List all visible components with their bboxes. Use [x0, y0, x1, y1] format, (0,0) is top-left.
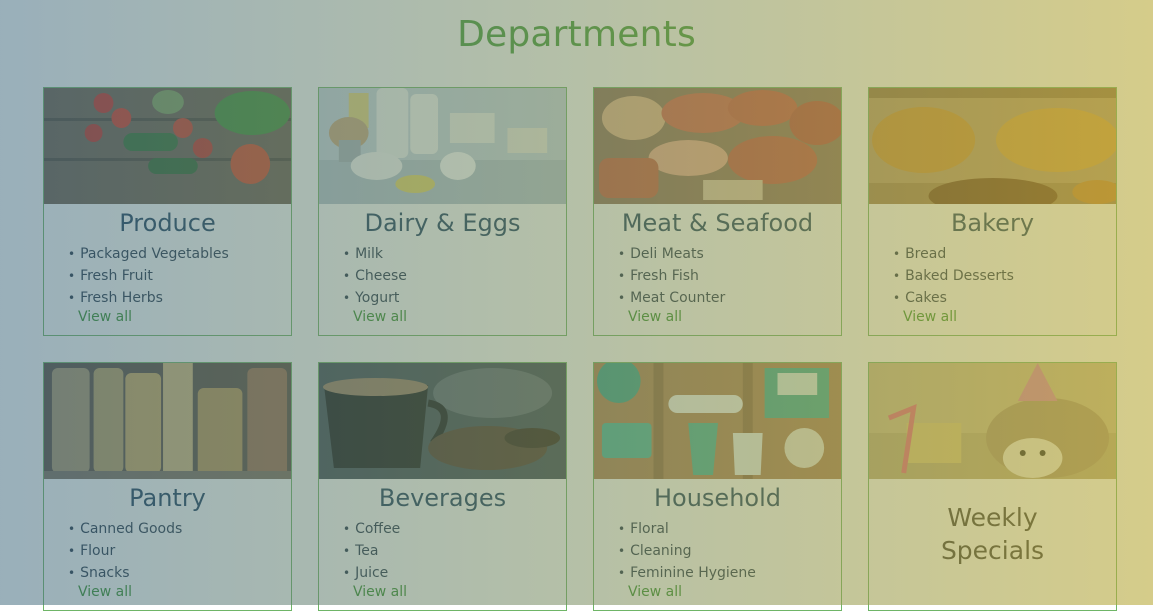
department-title[interactable]: Household: [594, 484, 841, 512]
subcategory-list: Deli Meats Fresh Fish Meat Counter: [618, 243, 725, 309]
subcategory-list: Milk Cheese Yogurt: [343, 243, 407, 309]
department-title[interactable]: Meat & Seafood: [594, 209, 841, 237]
view-all-link[interactable]: View all: [628, 309, 682, 325]
view-all-link[interactable]: View all: [78, 584, 132, 600]
subcategory-link[interactable]: Coffee: [343, 518, 400, 540]
subcategory-link[interactable]: Floral: [618, 518, 756, 540]
weekly-specials-line1: Weekly: [947, 503, 1038, 532]
department-title[interactable]: Produce: [44, 209, 291, 237]
subcategory-list: Packaged Vegetables Fresh Fruit Fresh He…: [68, 243, 229, 309]
subcategory-link[interactable]: Feminine Hygiene: [618, 562, 756, 584]
subcategory-link[interactable]: Tea: [343, 540, 400, 562]
subcategory-list: Floral Cleaning Feminine Hygiene: [618, 518, 756, 584]
subcategory-link[interactable]: Fresh Fruit: [68, 265, 229, 287]
department-card-pantry[interactable]: Pantry Canned Goods Flour Snacks View al…: [43, 362, 292, 611]
subcategory-list: Coffee Tea Juice: [343, 518, 400, 584]
subcategory-link[interactable]: Flour: [68, 540, 182, 562]
department-title[interactable]: Bakery: [869, 209, 1116, 237]
meat-image[interactable]: [594, 88, 841, 204]
subcategory-link[interactable]: Canned Goods: [68, 518, 182, 540]
department-card-dairy[interactable]: Dairy & Eggs Milk Cheese Yogurt View all: [318, 87, 567, 336]
department-card-bakery[interactable]: Bakery Bread Baked Desserts Cakes View a…: [868, 87, 1117, 336]
subcategory-list: Canned Goods Flour Snacks: [68, 518, 182, 584]
view-all-link[interactable]: View all: [353, 309, 407, 325]
view-all-link[interactable]: View all: [903, 309, 957, 325]
beverages-image[interactable]: [319, 363, 566, 479]
subcategory-link[interactable]: Yogurt: [343, 287, 407, 309]
household-image[interactable]: [594, 363, 841, 479]
subcategory-link[interactable]: Juice: [343, 562, 400, 584]
subcategory-list: Bread Baked Desserts Cakes: [893, 243, 1014, 309]
produce-image[interactable]: [44, 88, 291, 204]
subcategory-link[interactable]: Fresh Herbs: [68, 287, 229, 309]
subcategory-link[interactable]: Snacks: [68, 562, 182, 584]
pantry-image[interactable]: [44, 363, 291, 479]
department-title[interactable]: Pantry: [44, 484, 291, 512]
subcategory-link[interactable]: Bread: [893, 243, 1014, 265]
department-card-household[interactable]: Household Floral Cleaning Feminine Hygie…: [593, 362, 842, 611]
subcategory-link[interactable]: Baked Desserts: [893, 265, 1014, 287]
weekly-specials-title[interactable]: Weekly Specials: [869, 501, 1116, 567]
department-title[interactable]: Dairy & Eggs: [319, 209, 566, 237]
bakery-image[interactable]: [869, 88, 1116, 204]
subcategory-link[interactable]: Cheese: [343, 265, 407, 287]
weekly-specials-image[interactable]: [869, 363, 1116, 479]
subcategory-link[interactable]: Cakes: [893, 287, 1014, 309]
department-card-produce[interactable]: Produce Packaged Vegetables Fresh Fruit …: [43, 87, 292, 336]
weekly-specials-card[interactable]: Weekly Specials: [868, 362, 1117, 611]
view-all-link[interactable]: View all: [628, 584, 682, 600]
subcategory-link[interactable]: Packaged Vegetables: [68, 243, 229, 265]
view-all-link[interactable]: View all: [78, 309, 132, 325]
department-card-meat[interactable]: Meat & Seafood Deli Meats Fresh Fish Mea…: [593, 87, 842, 336]
department-title[interactable]: Beverages: [319, 484, 566, 512]
dairy-image[interactable]: [319, 88, 566, 204]
page-title: Departments: [457, 14, 696, 55]
subcategory-link[interactable]: Deli Meats: [618, 243, 725, 265]
department-card-beverages[interactable]: Beverages Coffee Tea Juice View all: [318, 362, 567, 611]
departments-page: Departments Produce Packaged Vegetabl: [0, 0, 1153, 611]
subcategory-link[interactable]: Milk: [343, 243, 407, 265]
view-all-link[interactable]: View all: [353, 584, 407, 600]
subcategory-link[interactable]: Cleaning: [618, 540, 756, 562]
subcategory-link[interactable]: Fresh Fish: [618, 265, 725, 287]
subcategory-link[interactable]: Meat Counter: [618, 287, 725, 309]
weekly-specials-line2: Specials: [940, 536, 1045, 565]
